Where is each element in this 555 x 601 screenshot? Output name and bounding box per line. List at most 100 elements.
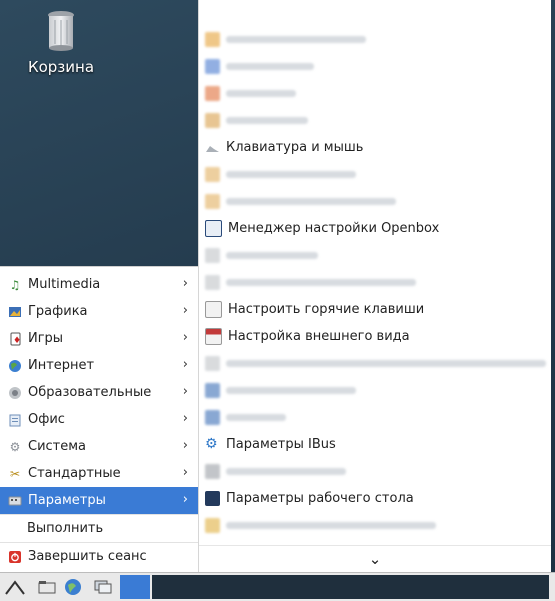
submenu-item[interactable]: Настройка внешнего вида [199, 323, 551, 350]
chevron-right-icon: › [182, 411, 188, 426]
submenu-item[interactable] [199, 242, 551, 269]
globe-icon [8, 359, 22, 373]
chevron-right-icon: › [182, 492, 188, 507]
menu-item-label: Стандартные [28, 466, 121, 481]
submenu-item[interactable] [199, 80, 551, 107]
app-icon [205, 518, 220, 533]
appearance-icon [205, 328, 222, 345]
menu-item-label: Игры [28, 331, 64, 346]
submenu-item[interactable]: ⚙ Параметры IBus [199, 431, 551, 458]
app-icon [205, 86, 220, 101]
app-icon [205, 167, 220, 182]
chevron-right-icon: › [182, 465, 188, 480]
submenu-item-label: Настройка внешнего вида [228, 329, 410, 344]
submenu-parameters: Клавиатура и мышь Менеджер настройки Open… [198, 0, 551, 572]
power-icon [8, 550, 22, 564]
submenu-item[interactable] [199, 350, 551, 377]
lxde-start-icon[interactable] [4, 576, 26, 598]
menu-item-run[interactable]: Выполнить [0, 515, 198, 542]
app-icon [205, 59, 220, 74]
show-desktop-icon[interactable] [92, 576, 114, 598]
menu-item-accessories[interactable]: ✂ Стандартные › [0, 460, 198, 487]
ibus-gear-icon: ⚙ [205, 436, 218, 452]
submenu-item[interactable]: Менеджер настройки Openbox [199, 215, 551, 242]
hotkeys-icon [205, 301, 222, 318]
blurred-label [226, 198, 396, 205]
chevron-right-icon: › [182, 357, 188, 372]
menu-item-internet[interactable]: Интернет › [0, 352, 198, 379]
menu-item-label: Выполнить [27, 521, 104, 536]
submenu-item[interactable]: Параметры рабочего стола [199, 485, 551, 512]
menu-item-parameters[interactable]: Параметры › [0, 487, 198, 514]
taskbar-active-window[interactable] [120, 575, 150, 599]
blurred-label [226, 387, 356, 394]
submenu-item[interactable] [199, 404, 551, 431]
submenu-item-label: Клавиатура и мышь [226, 140, 364, 155]
blurred-label [226, 117, 308, 124]
submenu-item[interactable]: Клавиатура и мышь [199, 134, 551, 161]
submenu-item[interactable] [199, 53, 551, 80]
keyboard-mouse-icon [205, 140, 220, 155]
submenu-item[interactable] [199, 269, 551, 296]
taskbar-window-list [152, 575, 549, 599]
menu-item-logout[interactable]: Завершить сеанс [0, 543, 198, 570]
menu-item-games[interactable]: ♦ Игры › [0, 325, 198, 352]
menu-item-system[interactable]: ⚙ Система › [0, 433, 198, 460]
desktop-settings-icon [205, 491, 220, 506]
chevron-right-icon: › [182, 276, 188, 291]
accessories-icon: ✂ [9, 466, 21, 481]
gear-icon: ⚙ [9, 439, 21, 454]
app-icon [205, 464, 220, 479]
submenu-item[interactable] [199, 377, 551, 404]
submenu-item-label: Параметры рабочего стола [226, 491, 414, 506]
menu-item-label: Система [28, 439, 87, 454]
browser-icon[interactable] [62, 576, 84, 598]
education-icon [8, 386, 22, 400]
submenu-item[interactable] [199, 458, 551, 485]
openbox-icon [205, 220, 222, 237]
main-menu: ♫ Multimedia › Графика › ♦ Игры › Интерн… [0, 266, 198, 573]
desktop-trash[interactable]: Корзина [20, 10, 102, 76]
blurred-label [226, 252, 318, 259]
app-icon [205, 248, 220, 263]
submenu-item-label: Менеджер настройки Openbox [228, 221, 440, 236]
blurred-label [226, 279, 416, 286]
submenu-item[interactable] [199, 512, 551, 539]
trash-label: Корзина [27, 58, 95, 76]
menu-item-label: Multimedia [28, 277, 101, 292]
chevron-down-icon: ⌄ [368, 550, 382, 568]
graphics-icon [8, 305, 22, 319]
menu-item-multimedia[interactable]: ♫ Multimedia › [0, 271, 198, 298]
menu-item-label: Завершить сеанс [28, 549, 147, 564]
submenu-item[interactable]: Настроить горячие клавиши [199, 296, 551, 323]
blurred-label [226, 360, 546, 367]
blurred-label [226, 90, 296, 97]
app-icon [205, 32, 220, 47]
menu-item-office[interactable]: Офис › [0, 406, 198, 433]
app-icon [205, 383, 220, 398]
submenu-item-label: Параметры IBus [226, 437, 336, 452]
submenu-item[interactable] [199, 26, 551, 53]
app-icon [205, 410, 220, 425]
scroll-down-button[interactable]: ⌄ [199, 545, 551, 572]
chevron-right-icon: › [182, 384, 188, 399]
menu-item-label: Офис [28, 412, 65, 427]
blurred-label [226, 171, 356, 178]
app-icon [205, 194, 220, 209]
submenu-item[interactable] [199, 188, 551, 215]
file-manager-icon[interactable] [36, 576, 58, 598]
app-icon [205, 356, 220, 371]
chevron-right-icon: › [182, 438, 188, 453]
menu-item-education[interactable]: Образовательные › [0, 379, 198, 406]
blurred-label [226, 63, 314, 70]
chevron-right-icon: › [182, 303, 188, 318]
submenu-item[interactable] [199, 107, 551, 134]
menu-item-label: Графика [28, 304, 88, 319]
menu-item-graphics[interactable]: Графика › [0, 298, 198, 325]
blurred-label [226, 414, 286, 421]
office-icon [8, 413, 22, 427]
submenu-item-label: Настроить горячие клавиши [228, 302, 425, 317]
menu-item-label: Параметры [28, 493, 106, 508]
blurred-label [226, 36, 366, 43]
submenu-item[interactable] [199, 161, 551, 188]
